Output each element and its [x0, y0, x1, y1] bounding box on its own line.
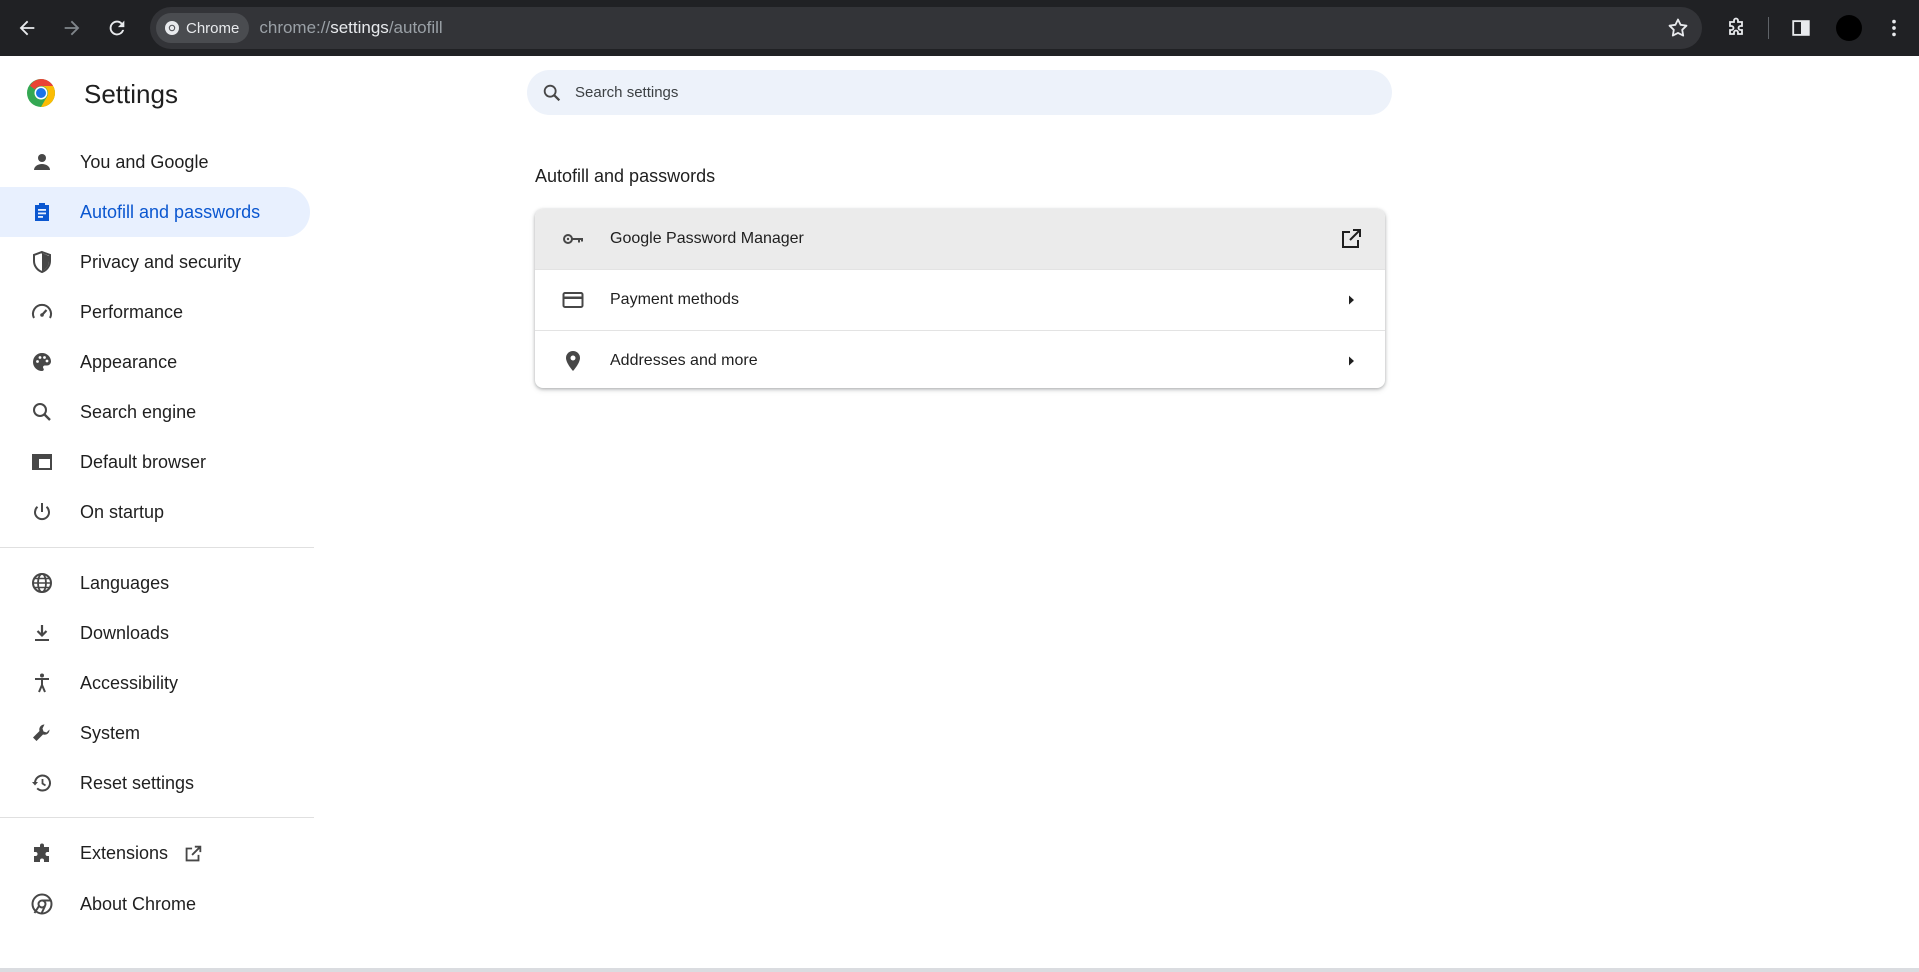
- sidebar-item-label: Performance: [80, 301, 184, 322]
- chrome-logo: [26, 78, 56, 108]
- browser-window-icon: [30, 450, 54, 474]
- search-icon: [543, 84, 561, 101]
- chrome-logo-icon: [30, 892, 54, 916]
- sidebar-item-label: On startup: [80, 501, 165, 522]
- reload-icon: [109, 20, 125, 36]
- arrow-right-icon: [1339, 349, 1363, 373]
- history-icon: [30, 771, 54, 795]
- row-addresses-and-more[interactable]: Addresses and more: [535, 330, 1385, 388]
- url-scheme: chrome://: [259, 18, 331, 37]
- sidebar-item-label: Extensions: [80, 843, 204, 865]
- speedometer-icon: [30, 300, 54, 324]
- page-title: Settings: [84, 79, 178, 109]
- back-icon: [19, 20, 35, 36]
- puzzle-icon: [30, 842, 54, 866]
- sidebar-divider: [0, 817, 314, 818]
- sidebar-item-label: You and Google: [80, 151, 209, 172]
- sidebar-item-extensions[interactable]: Extensions: [0, 829, 310, 879]
- bookmark-star-icon[interactable]: [1666, 16, 1690, 40]
- sidebar-item-appearance[interactable]: Appearance: [0, 337, 310, 387]
- chrome-small-icon: [165, 21, 179, 35]
- sidebar-item-label: Search engine: [80, 401, 197, 422]
- sidebar-item-label: Appearance: [80, 351, 178, 372]
- row-google-password-manager[interactable]: Google Password Manager: [535, 209, 1385, 269]
- site-chip-label: Chrome: [186, 19, 240, 37]
- sidebar-item-default-browser[interactable]: Default browser: [0, 437, 310, 487]
- sidebar-divider: [0, 547, 314, 548]
- reload-button[interactable]: [101, 12, 133, 44]
- sidebar-item-label: Accessibility: [80, 672, 179, 693]
- sidebar-item-accessibility[interactable]: Accessibility: [0, 658, 310, 708]
- sidebar-item-label: Reset settings: [80, 772, 195, 793]
- site-chip[interactable]: Chrome: [156, 13, 250, 43]
- sidebar-item-label: Default browser: [80, 451, 207, 472]
- row-label: Payment methods: [610, 291, 739, 308]
- sidebar-item-label: Privacy and security: [80, 251, 242, 272]
- chrome-menu-button[interactable]: [1880, 14, 1908, 42]
- autofill-card: Google Password Manager Payment methods …: [535, 209, 1385, 388]
- forward-button[interactable]: [56, 12, 88, 44]
- shield-icon: [30, 250, 54, 274]
- credit-card-icon: [561, 288, 585, 312]
- sidebar-item-performance[interactable]: Performance: [0, 287, 310, 337]
- location-pin-icon: [561, 349, 585, 373]
- extensions-button[interactable]: [1722, 14, 1750, 42]
- key-icon: [561, 227, 585, 251]
- sidebar-item-label: Downloads: [80, 622, 170, 643]
- open-in-new-icon[interactable]: [1339, 227, 1363, 251]
- globe-icon: [30, 571, 54, 595]
- sidebar-item-on-startup[interactable]: On startup: [0, 487, 310, 537]
- toolbar-divider: [1768, 17, 1769, 39]
- clipboard-icon: [30, 200, 54, 224]
- sidebar-item-languages[interactable]: Languages: [0, 558, 310, 608]
- open-in-new-icon: [185, 845, 202, 862]
- palette-icon: [30, 350, 54, 374]
- sidebar-item-autofill-and-passwords[interactable]: Autofill and passwords: [0, 187, 310, 237]
- sidebar-item-reset-settings[interactable]: Reset settings: [0, 758, 310, 808]
- row-label: Google Password Manager: [610, 230, 804, 247]
- wrench-icon: [30, 721, 54, 745]
- row-label: Addresses and more: [610, 352, 758, 369]
- sidebar-item-label: Autofill and passwords: [80, 201, 261, 222]
- sidebar-item-label: About Chrome: [80, 893, 197, 914]
- url-path: /autofill: [388, 18, 443, 37]
- address-bar[interactable]: Chrome chrome://settings/autofill: [150, 7, 1702, 49]
- section-title: Autofill and passwords: [535, 166, 716, 186]
- sidebar-item-search-engine[interactable]: Search engine: [0, 387, 310, 437]
- url-text[interactable]: chrome://settings/autofill: [259, 18, 442, 38]
- profile-avatar[interactable]: [1836, 15, 1862, 41]
- url-host: settings: [330, 18, 389, 37]
- accessibility-icon: [30, 671, 54, 695]
- sidebar-item-system[interactable]: System: [0, 708, 310, 758]
- extensions-label: Extensions: [80, 842, 169, 863]
- browser-toolbar: Chrome chrome://settings/autofill: [0, 0, 1919, 56]
- back-button[interactable]: [11, 12, 43, 44]
- extensions-puzzle-icon: [1729, 17, 1743, 35]
- search-icon: [30, 400, 54, 424]
- sidebar-item-you-and-google[interactable]: You and Google: [0, 137, 310, 187]
- window-bottom-border: [0, 968, 1919, 972]
- menu-kebab-icon: [1892, 19, 1896, 37]
- power-icon: [30, 500, 54, 524]
- side-panel-button[interactable]: [1787, 14, 1815, 42]
- arrow-right-icon: [1339, 288, 1363, 312]
- sidebar-item-downloads[interactable]: Downloads: [0, 608, 310, 658]
- row-payment-methods[interactable]: Payment methods: [535, 269, 1385, 330]
- sidebar-item-label: Languages: [80, 572, 170, 593]
- download-icon: [30, 621, 54, 645]
- sidebar-item-label: System: [80, 722, 141, 743]
- chrome-logo-icon: [27, 79, 55, 107]
- forward-icon: [64, 20, 80, 36]
- sidebar-item-privacy-and-security[interactable]: Privacy and security: [0, 237, 310, 287]
- person-icon: [30, 150, 54, 174]
- sidebar-item-about-chrome[interactable]: About Chrome: [0, 879, 310, 929]
- search-settings-box[interactable]: [527, 70, 1392, 115]
- search-input[interactable]: [573, 83, 1357, 102]
- side-panel-icon: [1792, 20, 1810, 36]
